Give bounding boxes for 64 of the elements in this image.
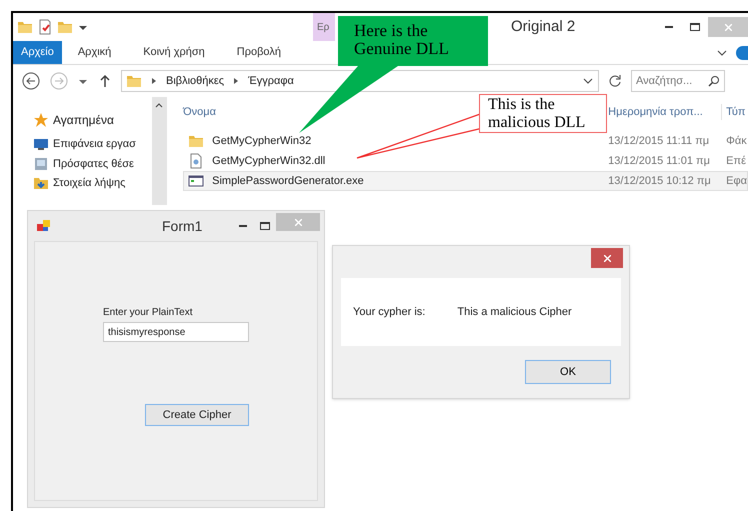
maximize-icon <box>690 23 700 31</box>
ok-button[interactable]: OK <box>525 360 611 384</box>
file-type: Επέ <box>725 154 746 169</box>
ribbon-tab[interactable]: Προβολή <box>220 41 297 64</box>
cypher-message: This a malicious Cipher <box>457 304 572 320</box>
star-icon <box>33 112 49 128</box>
chevron-icon <box>150 77 158 85</box>
close-button[interactable] <box>591 248 623 268</box>
close-icon <box>724 24 732 30</box>
plaintext-label: Enter your PlainText <box>103 306 194 320</box>
ribbon-tab[interactable]: Κοινή χρήση <box>127 41 221 64</box>
column-header[interactable]: Ημερομηνία τροπ... <box>608 106 703 118</box>
file-name: GetMyCypherWin32 <box>212 134 312 149</box>
monitor-icon <box>33 136 49 152</box>
cypher-label: Your cypher is: <box>353 304 426 320</box>
file-type: Φάκ <box>725 134 747 149</box>
column-header[interactable]: Όνομα <box>183 106 216 118</box>
close-icon <box>294 218 302 226</box>
refresh-icon[interactable] <box>607 73 623 89</box>
breadcrumb-item[interactable]: Έγγραφα <box>248 72 294 90</box>
nav-item[interactable]: Αγαπημένα <box>53 111 114 129</box>
search-field[interactable]: Αναζήτησ... <box>631 70 725 92</box>
application-icon <box>188 173 204 189</box>
file-date: 13/12/2015 10:12 πμ <box>607 174 712 189</box>
minimize-icon <box>239 224 247 228</box>
close-icon <box>604 254 610 262</box>
file-date: 13/12/2015 11:01 πμ <box>607 154 711 169</box>
file-type: Εφα <box>725 174 747 189</box>
folder-icon <box>17 19 33 35</box>
window-title: Original 2 <box>511 16 576 37</box>
app-icon <box>36 218 52 234</box>
scroll-up-icon[interactable] <box>155 101 164 109</box>
folder-icon <box>126 73 142 89</box>
ribbon-tab[interactable]: Αρχείο <box>13 41 62 64</box>
dll-file-icon <box>188 153 204 169</box>
nav-item[interactable]: Επιφάνεια εργασ <box>53 136 136 152</box>
chevron-icon <box>232 77 240 85</box>
file-row[interactable]: SimplePasswordGenerator.exe 13/12/2015 10:12 πμ Εφα <box>183 171 748 191</box>
file-name: GetMyCypherWin32.dll <box>212 154 326 169</box>
create-cipher-button[interactable]: Create Cipher <box>145 404 249 426</box>
properties-icon[interactable] <box>37 19 53 35</box>
nav-item[interactable]: Πρόσφατες θέσε <box>53 156 134 172</box>
scrollbar[interactable] <box>152 97 168 205</box>
file-date: 13/12/2015 11:11 πμ <box>607 134 710 149</box>
recent-places-icon <box>33 156 49 172</box>
ribbon-tab[interactable]: Αρχική <box>62 41 128 64</box>
window-title: Form1 <box>162 216 202 236</box>
minimize-icon <box>665 26 673 28</box>
back-icon[interactable] <box>21 71 41 91</box>
file-row[interactable]: GetMyCypherWin32.dll 13/12/2015 11:01 πμ Επέ <box>183 151 748 171</box>
breadcrumb-item[interactable]: Βιβλιοθήκες <box>166 72 224 90</box>
column-header[interactable]: Τύπ <box>726 106 746 118</box>
callout: This is the malicious DLL <box>479 94 607 133</box>
folder-icon <box>57 19 73 35</box>
callout: Here is the Genuine DLL <box>338 16 488 66</box>
maximize-icon <box>260 222 270 230</box>
plaintext-field[interactable]: thisismyresponse <box>103 322 249 342</box>
file-name: SimplePasswordGenerator.exe <box>212 174 364 189</box>
search-icon <box>708 75 720 87</box>
folder-icon <box>188 133 204 149</box>
file-row[interactable]: GetMyCypherWin32 13/12/2015 11:11 πμ Φάκ <box>183 131 748 151</box>
context-tab[interactable]: Ερ <box>313 13 335 41</box>
nav-item[interactable]: Στοιχεία λήψης <box>53 175 126 192</box>
downloads-folder-icon <box>33 175 49 192</box>
